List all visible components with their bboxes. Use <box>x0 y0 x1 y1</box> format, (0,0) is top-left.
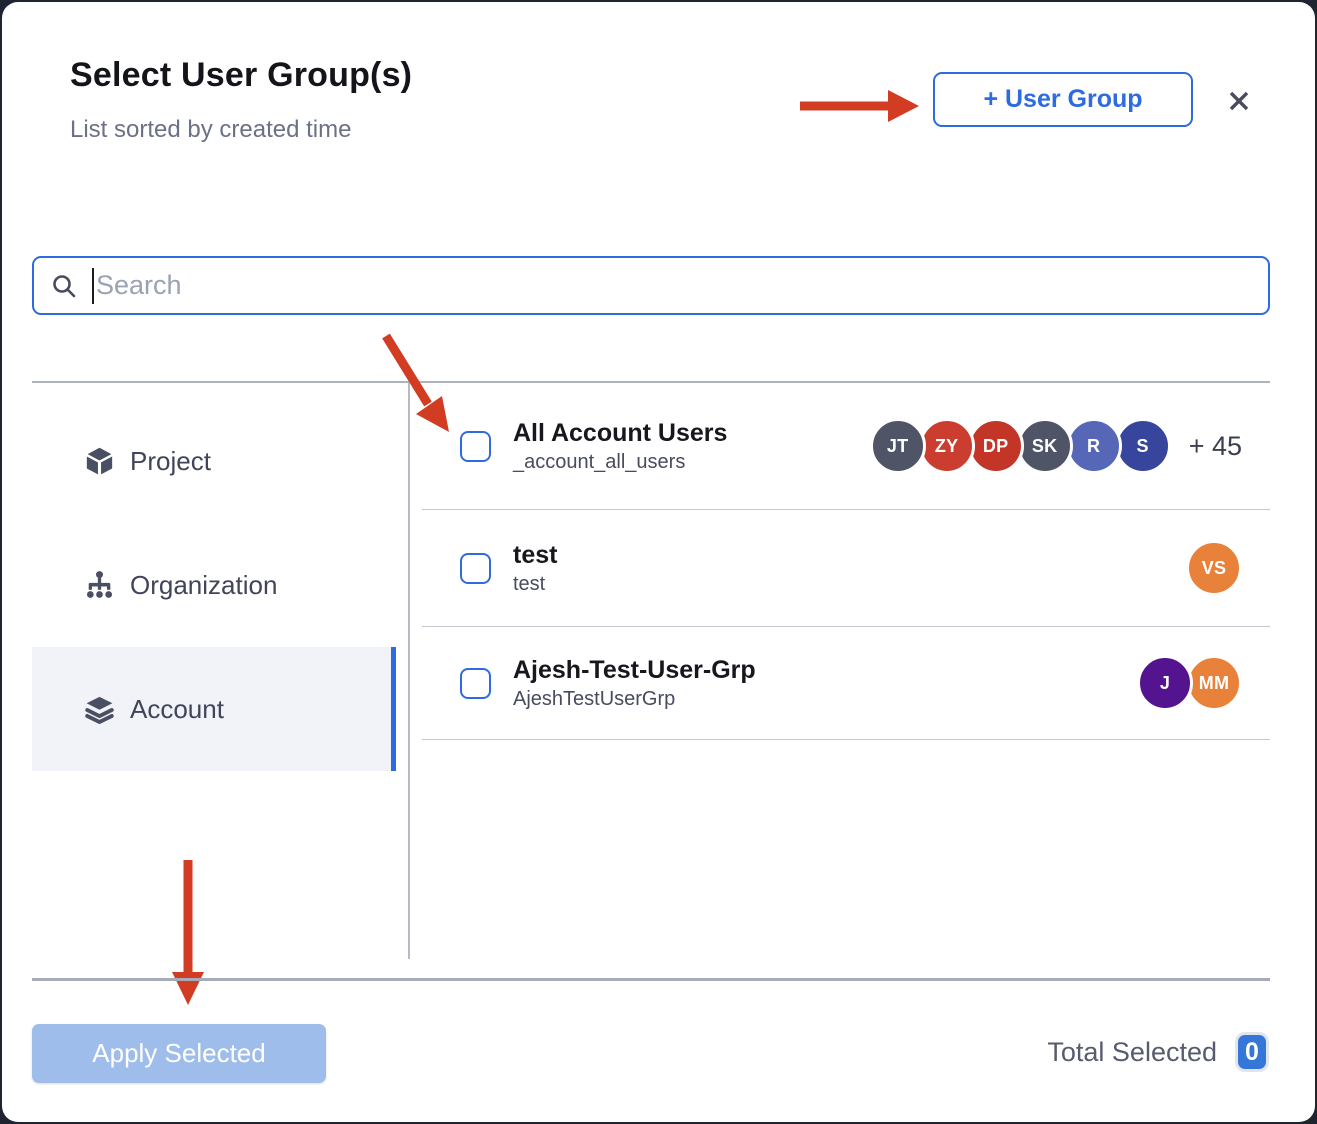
avatar: VS <box>1186 540 1242 596</box>
add-user-group-button[interactable]: + User Group <box>933 72 1193 127</box>
search-bar[interactable] <box>32 256 1270 315</box>
row-text: Ajesh-Test-User-Grp AjeshTestUserGrp <box>513 655 756 711</box>
org-chart-icon <box>84 570 115 601</box>
search-icon <box>50 272 78 300</box>
group-name: Ajesh-Test-User-Grp <box>513 655 756 686</box>
avatar: ZY <box>919 418 975 474</box>
user-group-row[interactable]: Ajesh-Test-User-Grp AjeshTestUserGrp JMM <box>422 627 1270 740</box>
close-button[interactable] <box>1218 80 1260 122</box>
avatar: J <box>1137 655 1193 711</box>
group-name: test <box>513 540 557 571</box>
close-icon <box>1223 85 1255 117</box>
avatar: DP <box>968 418 1024 474</box>
layers-icon <box>84 694 115 725</box>
user-group-row[interactable]: All Account Users _account_all_users JTZ… <box>422 383 1270 510</box>
group-name: All Account Users <box>513 418 727 449</box>
group-id: AjeshTestUserGrp <box>513 688 756 711</box>
group-id: _account_all_users <box>513 451 727 474</box>
avatar-stack: VS <box>1186 540 1242 596</box>
footer-divider <box>32 978 1270 981</box>
row-checkbox[interactable] <box>460 431 491 462</box>
user-group-list: All Account Users _account_all_users JTZ… <box>422 383 1270 740</box>
tab-label: Account <box>130 694 224 725</box>
cube-icon <box>84 446 115 477</box>
total-selected-label: Total Selected <box>1047 1037 1217 1068</box>
tab-project[interactable]: Project <box>32 399 396 523</box>
avatar-stack: JTZYDPSKRS <box>870 418 1171 474</box>
row-text: All Account Users _account_all_users <box>513 418 727 474</box>
extra-count: + 45 <box>1189 431 1242 462</box>
annotation-arrow-apply-button <box>168 858 208 1008</box>
avatar-stack: JMM <box>1137 655 1242 711</box>
total-selected: Total Selected 0 <box>1047 1032 1269 1072</box>
row-checkbox[interactable] <box>460 553 491 584</box>
user-group-row[interactable]: test test VS <box>422 510 1270 627</box>
row-checkbox[interactable] <box>460 668 491 699</box>
avatar: S <box>1115 418 1171 474</box>
select-user-group-modal: Select User Group(s) List sorted by crea… <box>2 2 1315 1122</box>
apply-selected-button[interactable]: Apply Selected <box>32 1024 326 1083</box>
page-title: Select User Group(s) <box>70 56 412 95</box>
tab-organization[interactable]: Organization <box>32 523 396 647</box>
tab-label: Project <box>130 446 211 477</box>
row-text: test test <box>513 540 557 596</box>
annotation-arrow-user-group-button <box>800 86 920 126</box>
search-input[interactable] <box>94 270 1252 301</box>
avatar: SK <box>1017 418 1073 474</box>
total-selected-count-badge: 0 <box>1235 1032 1269 1072</box>
avatar: MM <box>1186 655 1242 711</box>
sort-hint-text: List sorted by created time <box>70 116 351 144</box>
tab-label: Organization <box>130 570 277 601</box>
avatar: R <box>1066 418 1122 474</box>
group-id: test <box>513 573 557 596</box>
scope-tabs: Project Organization <box>32 399 396 771</box>
vertical-divider <box>408 383 410 959</box>
avatar: JT <box>870 418 926 474</box>
tab-account[interactable]: Account <box>32 647 396 771</box>
